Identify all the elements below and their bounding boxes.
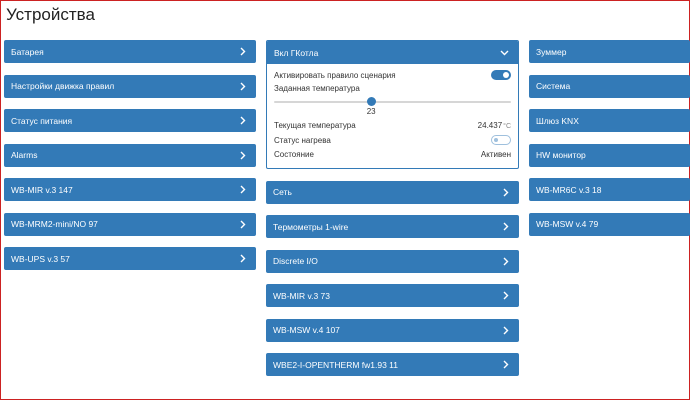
toggle-knob — [494, 138, 498, 143]
device-hw-monitor[interactable]: HW монитор — [529, 143, 690, 167]
setpoint-value: 23 — [366, 106, 376, 116]
toggle-knob — [503, 72, 509, 79]
device-label: Термометры 1-wire — [273, 221, 349, 232]
current-temp-unit: °C — [503, 123, 511, 131]
device-label: Сеть — [273, 187, 292, 197]
current-temp-value: 24.437 — [477, 121, 503, 131]
device-1wire-thermometers[interactable]: Термометры 1-wire — [266, 215, 519, 238]
device-wb-ups-57[interactable]: WB-UPS v.3 57 — [4, 247, 256, 270]
device-rules-engine-settings[interactable]: Настройки движка правил — [4, 74, 256, 98]
setpoint-value-wrap: 23 — [274, 107, 511, 119]
page-title: Устройства — [6, 5, 95, 24]
slider-track — [274, 100, 511, 103]
device-wb-mrm2-mini[interactable]: WB-MRM2-mini/NO 97 — [4, 212, 256, 236]
device-wb-mr6c-18[interactable]: WB-MR6C v.3 18 — [529, 178, 690, 201]
chevron-right-icon — [501, 222, 510, 231]
chevron-right-icon — [238, 116, 247, 125]
heating-toggle[interactable] — [491, 135, 511, 146]
device-power-status[interactable]: Статус питания — [4, 109, 256, 132]
device-label: Статус питания — [11, 115, 73, 126]
chevron-right-icon — [238, 254, 247, 263]
device-label: WB-MSW v.4 79 — [536, 219, 599, 229]
device-label: HW монитор — [536, 150, 586, 160]
device-wb-mir-73[interactable]: WB-MIR v.3 73 — [266, 284, 519, 307]
device-label: Шлюз KNX — [536, 115, 579, 126]
device-label: Alarms — [11, 150, 38, 160]
right-column: Зуммер Система Шлюз KNX HW монитор WB-MR… — [529, 40, 690, 247]
control-row-current-temp: Текущая температура 24.437°C — [274, 119, 511, 134]
state-value: Активен — [480, 150, 511, 160]
device-wbe2-opentherm[interactable]: WBE2-I-OPENTHERM fw1.93 11 — [266, 353, 519, 376]
device-label: WB-MIR v.3 73 — [273, 290, 330, 301]
device-wb-msw-79[interactable]: WB-MSW v.4 79 — [529, 212, 690, 236]
control-row-setpoint: Заданная температура — [274, 83, 511, 95]
chevron-down-icon — [500, 48, 509, 57]
control-row-heating: Статус нагрева — [274, 133, 511, 148]
device-alarms[interactable]: Alarms — [4, 143, 256, 167]
setpoint-slider[interactable] — [274, 96, 511, 107]
device-battery[interactable]: Батарея — [4, 40, 256, 63]
device-label: WB-MR6C v.3 18 — [536, 184, 602, 195]
device-card-boiler: Вкл ГКотла Активировать правило сценария… — [266, 40, 519, 169]
device-label: WB-MRM2-mini/NO 97 — [11, 219, 98, 229]
device-label: Зуммер — [536, 46, 567, 57]
control-row-activate: Активировать правило сценария — [274, 68, 511, 83]
device-label: WBE2-I-OPENTHERM fw1.93 11 — [273, 359, 399, 370]
setpoint-label: Заданная температура — [274, 84, 360, 93]
device-label: Система — [536, 81, 571, 91]
device-wb-mir-147[interactable]: WB-MIR v.3 147 — [4, 178, 256, 201]
chevron-right-icon — [238, 220, 247, 229]
current-temp-label: Текущая температура — [274, 121, 356, 131]
device-buzzer[interactable]: Зуммер — [529, 40, 690, 63]
device-label: Вкл ГКотла — [274, 47, 319, 58]
chevron-right-icon — [501, 291, 510, 300]
middle-column: Вкл ГКотла Активировать правило сценария… — [266, 40, 519, 388]
left-column: Батарея Настройки движка правил Статус п… — [4, 40, 256, 282]
chevron-right-icon — [238, 151, 247, 160]
device-label: Настройки движка правил — [11, 81, 115, 91]
device-knx-gateway[interactable]: Шлюз KNX — [529, 109, 690, 132]
chevron-right-icon — [238, 47, 247, 56]
device-system[interactable]: Система — [529, 74, 690, 98]
device-discrete-io[interactable]: Discrete I/O — [266, 249, 519, 273]
chevron-right-icon — [501, 188, 510, 197]
chevron-right-icon — [238, 82, 247, 91]
device-label: Discrete I/O — [273, 256, 318, 266]
device-label: WB-MSW v.4 107 — [273, 325, 340, 335]
device-wb-msw-107[interactable]: WB-MSW v.4 107 — [266, 318, 519, 342]
slider-thumb[interactable] — [366, 96, 376, 106]
device-label: Батарея — [11, 46, 44, 57]
device-network[interactable]: Сеть — [266, 180, 519, 204]
chevron-right-icon — [501, 360, 510, 369]
device-label: WB-MIR v.3 147 — [11, 184, 73, 195]
device-boiler-header[interactable]: Вкл ГКотла — [267, 41, 518, 64]
chevron-right-icon — [501, 326, 510, 335]
chevron-right-icon — [238, 185, 247, 194]
chevron-right-icon — [501, 257, 510, 266]
activate-label: Активировать правило сценария — [274, 70, 396, 80]
state-label: Состояние — [274, 150, 314, 160]
device-card-body: Активировать правило сценария Заданная т… — [267, 64, 518, 168]
control-row-state: Состояние Активен — [274, 148, 511, 163]
activate-toggle[interactable] — [491, 70, 511, 81]
heating-label: Статус нагрева — [274, 135, 331, 145]
device-label: WB-UPS v.3 57 — [11, 253, 70, 264]
current-temp-readout: 24.437°C — [478, 121, 511, 130]
